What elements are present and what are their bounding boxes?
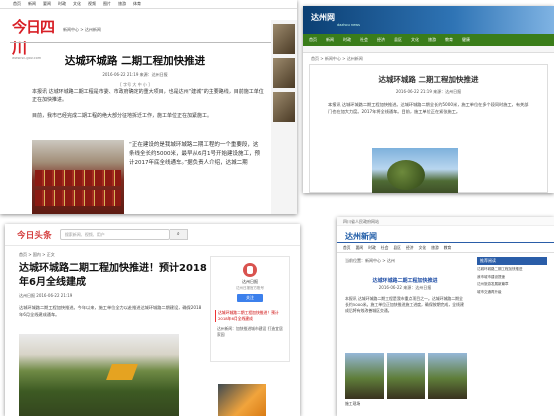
author-description: 达州日报官方账号 bbox=[236, 286, 264, 290]
article-screenshot-3: 今日头条 搜索新闻、视频、用户 ⌕ 首页 > 国内 > 正文 达城环城路二期工程… bbox=[5, 224, 300, 416]
article-screenshot-4: 四川省人民政府网站 达州新闻 首页 要闻 时政 社会 县区 经济 文化 旅游 教… bbox=[337, 217, 554, 416]
sidebar-link[interactable]: 达城环城路二期工程加快推进 bbox=[477, 267, 547, 273]
sidebar-link[interactable]: 我市城市建设提速 bbox=[477, 275, 547, 281]
site-logo[interactable]: 达州网 bbox=[311, 12, 335, 23]
breadcrumb[interactable]: 新闻中心 > 达州新闻 bbox=[63, 27, 101, 33]
article-meta: 达州日报 2016-06-22 21:19 bbox=[19, 293, 73, 298]
article-text: 本报讯 达城环城路二期工程是我市重点项目之一。达城环城路二期全长约5000米。施… bbox=[345, 296, 464, 314]
sidebar-heading: 推荐阅读 bbox=[477, 257, 547, 265]
article-text: 达城环城路二期工程加快推进。今年以来，施工单位全力以赴推进达城环城路二期建设，确… bbox=[19, 305, 202, 318]
top-nav: 首页 新闻 要闻 时政 文化 视频 图片 旅游 体育 bbox=[0, 0, 297, 9]
site-header: 今日头条 搜索新闻、视频、用户 ⌕ bbox=[5, 224, 300, 246]
article-title: 达城环城路 二期工程加快推进 bbox=[64, 55, 206, 67]
site-logo[interactable]: 达州新闻 bbox=[345, 231, 377, 242]
search-input[interactable]: 搜索新闻、视频、用户 bbox=[59, 229, 170, 240]
bookshelf-row bbox=[35, 190, 121, 206]
excavator-shape bbox=[106, 364, 138, 380]
nav-item[interactable]: 文化 bbox=[419, 245, 427, 251]
nav-item[interactable]: 首页 bbox=[13, 1, 21, 7]
sidebar bbox=[271, 20, 297, 214]
photo-thumbnail[interactable] bbox=[345, 353, 384, 399]
article-title: 达城环城路二期工程加快推进 bbox=[372, 278, 438, 284]
nav-item[interactable]: 新闻 bbox=[28, 1, 36, 7]
article-text: 本报讯 达城环城路二期工程加快推进。达城环城路二期全长约5000米，施工单位在多… bbox=[328, 102, 529, 114]
article-photo bbox=[372, 148, 458, 193]
paragraph: 本报讯 达城环城路二期工程是市委、市政府确定的重大项目，也是达州“建城”的主要路… bbox=[32, 89, 264, 104]
main-nav: 首页 新闻 时政 社会 经济 县区 文化 旅游 教育 健康 bbox=[303, 34, 554, 46]
bookshelf-row bbox=[35, 170, 121, 186]
author-name[interactable]: 达州日报 bbox=[211, 279, 289, 285]
breadcrumb[interactable]: 当前位置：新闻中心 > 达州 bbox=[345, 258, 395, 264]
search-icon[interactable]: ⌕ bbox=[169, 229, 188, 240]
nav-item[interactable]: 图片 bbox=[103, 1, 111, 7]
divider bbox=[10, 42, 282, 43]
nav-item[interactable]: 体育 bbox=[133, 1, 141, 7]
site-header: 达州网 dazhou news bbox=[303, 6, 554, 34]
avatar[interactable] bbox=[243, 263, 257, 277]
nav-item[interactable]: 教育 bbox=[445, 37, 453, 43]
nav-item[interactable]: 旅游 bbox=[431, 245, 439, 251]
nav-item[interactable]: 旅游 bbox=[118, 1, 126, 7]
ticker-bar bbox=[303, 46, 554, 53]
photo-thumbnail[interactable] bbox=[386, 353, 426, 399]
nav-item[interactable]: 要闻 bbox=[43, 1, 51, 7]
article-screenshot-1: 首页 新闻 要闻 时政 文化 视频 图片 旅游 体育 今日四川 www.sc-g… bbox=[0, 0, 297, 214]
photo-thumbnail[interactable] bbox=[428, 353, 468, 399]
site-logo[interactable]: 今日头条 bbox=[17, 229, 52, 241]
nav-item[interactable]: 社会 bbox=[381, 245, 389, 251]
photo-strip bbox=[345, 353, 468, 399]
nav-item[interactable]: 首页 bbox=[343, 245, 351, 251]
related-link[interactable]: 达州新闻：加快推进城市建设 打造宜居家园 bbox=[215, 326, 285, 338]
article-screenshot-2: 达州网 dazhou news 首页 新闻 时政 社会 经济 县区 文化 旅游 … bbox=[303, 6, 554, 193]
tree-shape bbox=[387, 160, 425, 190]
related-link[interactable]: 达城环城路二期工程加快推进！预计2018年6月全线建成 bbox=[215, 310, 285, 322]
article-photo bbox=[19, 334, 179, 416]
nav-item[interactable]: 视频 bbox=[88, 1, 96, 7]
paragraph: “正在建设的是我城环城路二期工程的一个重要段，这条线全长约5000米，最早从6月… bbox=[129, 142, 260, 166]
nav-item[interactable]: 文化 bbox=[411, 37, 419, 43]
article-meta: 2016-06-22 21:19 来源：达州日报 bbox=[102, 72, 168, 77]
article-meta: 2016-06-22 来源：达州日报 bbox=[378, 285, 432, 290]
nav-item[interactable]: 教育 bbox=[444, 245, 452, 251]
sidebar-link[interactable]: 城市交通再升级 bbox=[477, 290, 547, 296]
nav-item[interactable]: 时政 bbox=[343, 37, 351, 43]
nav-item[interactable]: 县区 bbox=[394, 37, 402, 43]
logo-subtitle: dazhou news bbox=[337, 23, 360, 27]
top-line: 四川省人民政府网站 bbox=[337, 217, 554, 226]
nav-item[interactable]: 新闻 bbox=[326, 37, 334, 43]
author-card: 达州日报 达州日报官方账号 关注 达城环城路二期工程加快推进！预计2018年6月… bbox=[210, 256, 290, 362]
article-card: 达城环城路 二期工程加快推进 2016-06-22 21:19 来源：达州日报 … bbox=[309, 64, 548, 193]
article-title: 达城环城路二期工程加快推进！预计2018年6月全线建成 bbox=[19, 263, 207, 288]
nav-item[interactable]: 时政 bbox=[58, 1, 66, 7]
nav-item[interactable]: 时政 bbox=[368, 245, 376, 251]
sidebar-link[interactable]: 达州旅游发展新篇章 bbox=[477, 282, 547, 288]
article-title: 达城环城路 二期工程加快推进 bbox=[378, 75, 479, 84]
nav-item[interactable]: 社会 bbox=[360, 37, 368, 43]
nav-item[interactable]: 旅游 bbox=[428, 37, 436, 43]
nav-item[interactable]: 文化 bbox=[73, 1, 81, 7]
sidebar-thumbnail[interactable] bbox=[273, 92, 295, 122]
sidebar-thumbnail[interactable] bbox=[273, 58, 295, 88]
nav-item[interactable]: 要闻 bbox=[356, 245, 364, 251]
site-logo[interactable]: 今日四川 www.sc-gov.com bbox=[12, 16, 55, 60]
article-photo bbox=[32, 140, 124, 214]
nav-item[interactable]: 经济 bbox=[377, 37, 385, 43]
article-meta: 2016-06-22 21:19 来源：达州日报 bbox=[395, 89, 462, 94]
logo-text: 今日四川 bbox=[12, 18, 55, 57]
breadcrumb[interactable]: 首页 > 国内 > 正文 bbox=[19, 252, 55, 258]
sidebar: 推荐阅读 达城环城路二期工程加快推进 我市城市建设提速 达州旅游发展新篇章 城市… bbox=[477, 257, 547, 407]
nav-item[interactable]: 首页 bbox=[309, 37, 317, 43]
main-nav: 首页 要闻 时政 社会 县区 经济 文化 旅游 教育 bbox=[337, 242, 554, 253]
follow-button[interactable]: 关注 bbox=[237, 294, 263, 302]
sidebar-thumbnail[interactable] bbox=[273, 24, 295, 54]
ad-banner[interactable] bbox=[218, 384, 266, 416]
nav-item[interactable]: 经济 bbox=[406, 245, 414, 251]
photo-caption: 施工现场 bbox=[345, 401, 361, 406]
paragraph: 目前，我市已经完成二期工程的绝大部分征地拆迁工作，施工单位正在加紧施工。 bbox=[32, 113, 213, 119]
nav-item[interactable]: 县区 bbox=[393, 245, 401, 251]
nav-item[interactable]: 健康 bbox=[462, 37, 470, 43]
